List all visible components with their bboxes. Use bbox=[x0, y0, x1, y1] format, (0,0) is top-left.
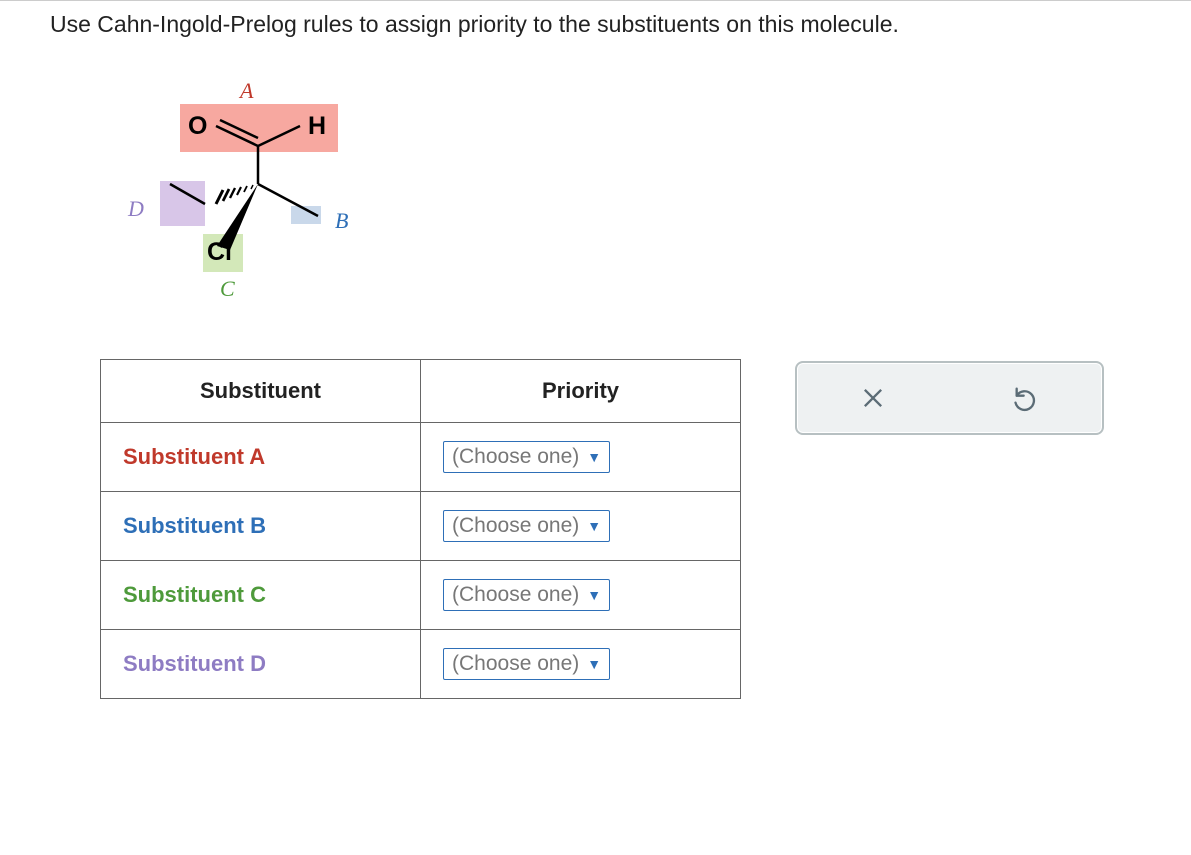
close-icon bbox=[859, 384, 887, 412]
table-row: Substituent B (Choose one) ▼ bbox=[101, 492, 741, 561]
label-A: A bbox=[240, 78, 253, 104]
dropdown-text: (Choose one) bbox=[452, 445, 579, 469]
bond-lines bbox=[110, 76, 380, 316]
header-substituent: Substituent bbox=[101, 360, 421, 423]
chevron-down-icon: ▼ bbox=[587, 518, 601, 534]
clear-button[interactable] bbox=[853, 378, 893, 418]
substituent-C-label: Substituent C bbox=[101, 561, 421, 630]
dropdown-text: (Choose one) bbox=[452, 514, 579, 538]
chevron-down-icon: ▼ bbox=[587, 656, 601, 672]
table-row: Substituent A (Choose one) ▼ bbox=[101, 423, 741, 492]
priority-dropdown-D[interactable]: (Choose one) ▼ bbox=[443, 648, 610, 680]
label-D: D bbox=[128, 196, 144, 222]
priority-dropdown-A[interactable]: (Choose one) ▼ bbox=[443, 441, 610, 473]
atom-Cl: Cl bbox=[207, 238, 232, 267]
priority-dropdown-C[interactable]: (Choose one) ▼ bbox=[443, 579, 610, 611]
label-B: B bbox=[335, 208, 348, 234]
dropdown-text: (Choose one) bbox=[452, 583, 579, 607]
molecule-diagram: O H Cl A B C D bbox=[110, 76, 380, 316]
undo-icon bbox=[1012, 384, 1040, 412]
substituent-D-label: Substituent D bbox=[101, 630, 421, 699]
label-C: C bbox=[220, 276, 235, 302]
chevron-down-icon: ▼ bbox=[587, 587, 601, 603]
dropdown-text: (Choose one) bbox=[452, 652, 579, 676]
question-container: Use Cahn-Ingold-Prelog rules to assign p… bbox=[0, 0, 1191, 855]
atom-O: O bbox=[188, 112, 207, 141]
action-panel bbox=[795, 361, 1104, 435]
priority-table: Substituent Priority Substituent A (Choo… bbox=[100, 359, 741, 699]
table-row: Substituent D (Choose one) ▼ bbox=[101, 630, 741, 699]
substituent-A-label: Substituent A bbox=[101, 423, 421, 492]
reset-button[interactable] bbox=[1006, 378, 1046, 418]
substituent-B-label: Substituent B bbox=[101, 492, 421, 561]
chevron-down-icon: ▼ bbox=[587, 449, 601, 465]
table-row: Substituent C (Choose one) ▼ bbox=[101, 561, 741, 630]
atom-H: H bbox=[308, 112, 326, 141]
header-priority: Priority bbox=[421, 360, 741, 423]
priority-dropdown-B[interactable]: (Choose one) ▼ bbox=[443, 510, 610, 542]
question-text: Use Cahn-Ingold-Prelog rules to assign p… bbox=[50, 11, 1181, 38]
